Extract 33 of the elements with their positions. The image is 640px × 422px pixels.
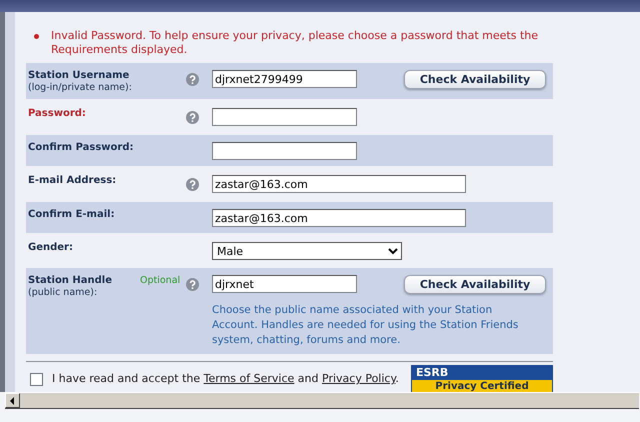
text-field[interactable]: djrxnet: [212, 275, 357, 293]
gender-dropdown[interactable]: Male: [212, 242, 402, 260]
esrb-seal: ESRB Privacy Certified: [411, 365, 553, 392]
privacy-link[interactable]: Privacy Policy: [322, 372, 396, 385]
optional-note: Optional: [140, 275, 180, 286]
help-icon[interactable]: [186, 178, 199, 191]
error-message: Invalid Password. To help ensure your privacy, please choose a password that meets the Requirements displayed.: [51, 29, 540, 57]
check-availability-button[interactable]: Check Availability: [404, 275, 546, 294]
text-field[interactable]: zastar@163.com: [212, 175, 466, 193]
field-label: Confirm Password:: [28, 142, 134, 153]
field-label: Password:: [28, 108, 87, 119]
scroll-left-icon[interactable]: [5, 393, 20, 408]
field-label: Station Username: [28, 70, 130, 81]
agreement-text: I have read and accept the Terms of Service and Privacy Policy.: [52, 372, 399, 385]
text-field[interactable]: [212, 142, 357, 160]
help-icon[interactable]: [186, 278, 199, 291]
field-label: Gender:: [28, 242, 74, 253]
field-label: E-mail Address:: [28, 175, 118, 186]
agree-checkbox[interactable]: [30, 373, 43, 386]
terms-link[interactable]: Terms of Service: [204, 372, 294, 385]
text-field[interactable]: [212, 108, 357, 126]
horizontal-scrollbar[interactable]: [5, 392, 639, 409]
field-sublabel: (public name):: [28, 287, 98, 298]
field-label: Confirm E-mail:: [28, 209, 116, 220]
field-sublabel: (log-in/private name):: [28, 82, 133, 93]
text-field[interactable]: zastar@163.com: [212, 209, 466, 227]
help-icon[interactable]: [186, 111, 199, 124]
bullet-icon: [34, 34, 39, 39]
field-label: Station Handle: [28, 275, 114, 286]
text-field[interactable]: djrxnet2799499: [212, 70, 357, 88]
check-availability-button[interactable]: Check Availability: [404, 70, 546, 89]
help-icon[interactable]: [186, 73, 199, 86]
handle-hint: Choose the public name associated with your Station Account. Handles are needed for using the Station Friends system, chatting, forums and more.: [212, 303, 520, 348]
